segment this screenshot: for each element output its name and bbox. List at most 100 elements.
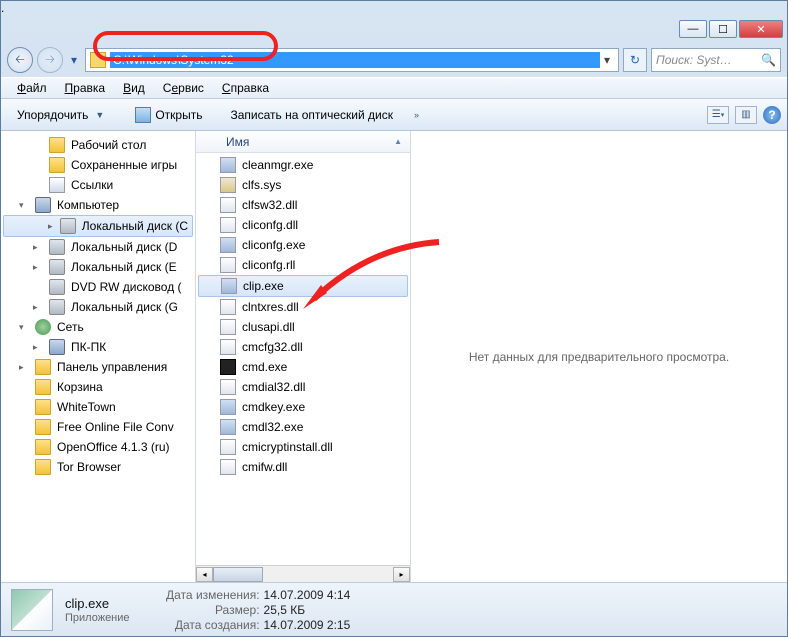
- view-mode-button[interactable]: ☰▾: [707, 106, 729, 124]
- sidebar-item[interactable]: Корзина: [1, 377, 195, 397]
- sidebar-item[interactable]: ▸Локальный диск (D: [1, 237, 195, 257]
- file-icon: [220, 177, 236, 193]
- file-row[interactable]: cmcfg32.dll: [196, 337, 410, 357]
- history-dropdown[interactable]: ▾: [67, 51, 81, 69]
- search-placeholder: Поиск: Syst…: [656, 53, 732, 67]
- sidebar-item[interactable]: WhiteTown: [1, 397, 195, 417]
- node-icon: [35, 197, 51, 213]
- node-icon: [49, 157, 65, 173]
- file-icon: [220, 359, 236, 375]
- address-dropdown-icon[interactable]: ▾: [600, 53, 614, 67]
- sidebar-item-label: Сеть: [57, 320, 84, 334]
- horizontal-scrollbar[interactable]: ◂ ▸: [196, 565, 410, 582]
- overflow-chevron-icon[interactable]: »: [411, 110, 422, 120]
- file-icon: [220, 459, 236, 475]
- sidebar-item[interactable]: Сохраненные игры: [1, 155, 195, 175]
- file-row[interactable]: clfs.sys: [196, 175, 410, 195]
- created-label: Дата создания:: [150, 618, 260, 632]
- file-row[interactable]: cliconfg.dll: [196, 215, 410, 235]
- menu-bar: Файл Правка Вид Сервис Справка: [1, 77, 787, 99]
- menu-tools[interactable]: Сервис: [155, 79, 212, 97]
- file-row[interactable]: clfsw32.dll: [196, 195, 410, 215]
- file-row[interactable]: cmdkey.exe: [196, 397, 410, 417]
- file-row[interactable]: cleanmgr.exe: [196, 155, 410, 175]
- expand-icon[interactable]: ▸: [33, 242, 43, 253]
- column-label: Имя: [226, 135, 249, 149]
- sidebar-item[interactable]: Tor Browser: [1, 457, 195, 477]
- scroll-thumb[interactable]: [213, 567, 263, 582]
- sidebar-item-label: Сохраненные игры: [71, 158, 177, 172]
- file-name: cmdl32.exe: [242, 420, 303, 434]
- menu-file[interactable]: Файл: [9, 79, 55, 97]
- node-icon: [35, 359, 51, 375]
- sidebar-item[interactable]: DVD RW дисковод (: [1, 277, 195, 297]
- column-header-name[interactable]: Имя ▲: [196, 131, 410, 153]
- sidebar-item[interactable]: OpenOffice 4.1.3 (ru): [1, 437, 195, 457]
- open-button[interactable]: Открыть: [125, 104, 212, 126]
- expand-icon[interactable]: ▸: [33, 302, 43, 313]
- details-pane: clip.exe Приложение Дата изменения:14.07…: [1, 582, 787, 636]
- expand-icon[interactable]: ▸: [19, 362, 29, 373]
- sidebar-item[interactable]: ▸Локальный диск (G: [1, 297, 195, 317]
- file-row[interactable]: cmicryptinstall.dll: [196, 437, 410, 457]
- forward-button[interactable]: 🡢: [37, 47, 63, 73]
- menu-view[interactable]: Вид: [115, 79, 153, 97]
- sidebar-item[interactable]: ▸ПК-ПК: [1, 337, 195, 357]
- file-list-pane: Имя ▲ cleanmgr.execlfs.sysclfsw32.dllcli…: [196, 131, 411, 582]
- preview-pane-button[interactable]: ▥: [735, 106, 757, 124]
- burn-button[interactable]: Записать на оптический диск: [220, 105, 403, 125]
- menu-help[interactable]: Справка: [214, 79, 277, 97]
- expand-icon[interactable]: ▾: [19, 322, 29, 333]
- minimize-button[interactable]: —: [679, 20, 707, 38]
- sort-indicator-icon: ▲: [394, 137, 402, 146]
- file-icon: [220, 399, 236, 415]
- file-row[interactable]: cliconfg.rll: [196, 255, 410, 275]
- menu-edit[interactable]: Правка: [57, 79, 114, 97]
- sidebar-item[interactable]: ▸Локальный диск (С: [3, 215, 193, 237]
- preview-message: Нет данных для предварительного просмотр…: [469, 350, 729, 364]
- address-text[interactable]: C:\Windows\System32: [110, 52, 600, 68]
- file-name: cmdkey.exe: [242, 400, 305, 414]
- help-icon[interactable]: ?: [763, 106, 781, 124]
- file-icon: [220, 319, 236, 335]
- file-icon: [220, 299, 236, 315]
- expand-icon[interactable]: ▾: [19, 200, 29, 211]
- sidebar-item-label: Tor Browser: [57, 460, 121, 474]
- file-row[interactable]: cmdl32.exe: [196, 417, 410, 437]
- file-row[interactable]: cmd.exe: [196, 357, 410, 377]
- scroll-track[interactable]: [213, 567, 393, 582]
- scroll-left-button[interactable]: ◂: [196, 567, 213, 582]
- file-row[interactable]: clntxres.dll: [196, 297, 410, 317]
- search-input[interactable]: Поиск: Syst… 🔍: [651, 48, 781, 72]
- file-row[interactable]: cliconfg.exe: [196, 235, 410, 255]
- sidebar-item-label: Компьютер: [57, 198, 119, 212]
- file-row[interactable]: clusapi.dll: [196, 317, 410, 337]
- sidebar-item[interactable]: Free Online File Conv: [1, 417, 195, 437]
- sidebar-item[interactable]: ▾ Компьютер: [1, 195, 195, 215]
- burn-label: Записать на оптический диск: [230, 108, 393, 122]
- file-icon: [220, 217, 236, 233]
- sidebar-item[interactable]: Ссылки: [1, 175, 195, 195]
- sidebar-item[interactable]: Рабочий стол: [1, 135, 195, 155]
- sidebar-item[interactable]: ▾ Сеть: [1, 317, 195, 337]
- sidebar-item[interactable]: ▸Локальный диск (E: [1, 257, 195, 277]
- scroll-right-button[interactable]: ▸: [393, 567, 410, 582]
- address-bar[interactable]: C:\Windows\System32 ▾: [85, 48, 619, 72]
- file-icon: [220, 257, 236, 273]
- organize-button[interactable]: Упорядочить ▼: [7, 105, 117, 125]
- file-row[interactable]: cmdial32.dll: [196, 377, 410, 397]
- back-button[interactable]: 🡠: [7, 47, 33, 73]
- file-icon: [220, 157, 236, 173]
- refresh-button[interactable]: ↻: [623, 48, 647, 72]
- node-icon: [35, 379, 51, 395]
- expand-icon[interactable]: ▸: [33, 342, 43, 353]
- expand-icon[interactable]: ▸: [33, 262, 43, 273]
- close-button[interactable]: ✕: [739, 20, 783, 38]
- nav-row: 🡠 🡢 ▾ C:\Windows\System32 ▾ ↻ Поиск: Sys…: [1, 43, 787, 77]
- sidebar-item[interactable]: ▸Панель управления: [1, 357, 195, 377]
- search-icon[interactable]: 🔍: [761, 53, 776, 67]
- maximize-button[interactable]: ☐: [709, 20, 737, 38]
- file-row[interactable]: clip.exe: [198, 275, 408, 297]
- expand-icon[interactable]: ▸: [48, 221, 54, 232]
- file-row[interactable]: cmifw.dll: [196, 457, 410, 477]
